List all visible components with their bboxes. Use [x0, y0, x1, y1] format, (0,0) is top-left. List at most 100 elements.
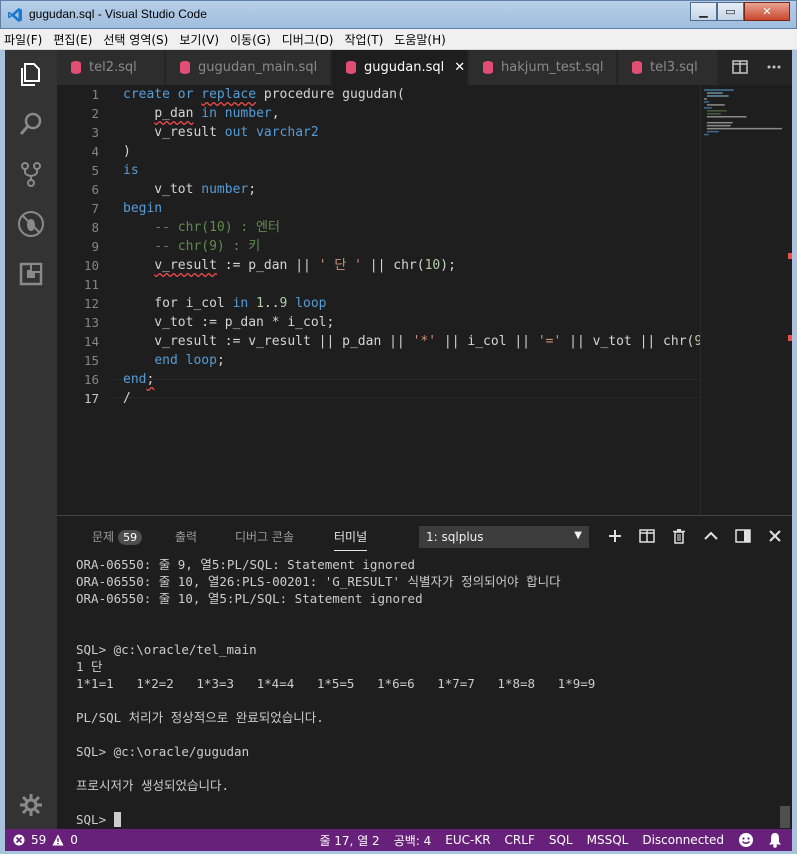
tab-gugudan-main[interactable]: gugudan_main.sql — [166, 50, 331, 85]
code-line: v_result out varchar2 — [123, 125, 319, 140]
source-control-icon[interactable] — [17, 160, 45, 188]
line-number: 1 — [91, 87, 99, 102]
chevron-down-icon: ▼ — [574, 530, 582, 541]
code-line: ) — [123, 144, 131, 159]
tab-tel2[interactable]: tel2.sql — [57, 50, 165, 85]
tab-label: gugudan_main.sql — [198, 60, 318, 75]
split-editor-icon[interactable] — [732, 59, 748, 75]
toggle-panel-icon[interactable] — [735, 528, 751, 544]
editor-tab-bar: tel2.sql gugudan_main.sql gugudan.sql ✕ … — [57, 50, 792, 85]
end-of-line[interactable]: CRLF — [505, 833, 535, 847]
add-terminal-icon[interactable] — [607, 528, 623, 544]
code-lines[interactable]: create or replace procedure gugudan( p_d… — [123, 85, 700, 408]
line-number: 2 — [91, 106, 99, 121]
more-actions-icon[interactable] — [766, 59, 782, 75]
tab-terminal[interactable]: 터미널 — [334, 528, 368, 551]
debug-icon[interactable] — [17, 210, 45, 238]
terminal-line: PL/SQL 처리가 정상적으로 완료되었습니다. — [76, 710, 324, 725]
terminal-line: SQL> @c:\oracle/gugudan — [76, 744, 250, 759]
code-line: end loop; — [154, 353, 225, 368]
encoding[interactable]: EUC-KR — [445, 833, 490, 847]
tab-output[interactable]: 출력 — [175, 528, 197, 545]
code-editor[interactable]: 1 2 3 4 5 6 7 8 9 10 11 12 13 14 15 16 1… — [57, 85, 792, 515]
warning-icon — [52, 834, 64, 846]
tab-label: hakjum_test.sql — [501, 60, 604, 75]
problems-status[interactable]: 59 0 — [5, 833, 78, 847]
close-tab-icon[interactable]: ✕ — [454, 60, 465, 75]
panel-actions — [607, 528, 783, 544]
code-line: / — [123, 391, 131, 406]
close-panel-icon[interactable] — [767, 528, 783, 544]
activity-bar — [5, 50, 57, 829]
connection-status[interactable]: Disconnected — [642, 833, 724, 847]
language-mode[interactable]: SQL — [549, 833, 573, 847]
cursor-position[interactable]: 줄 17, 열 2 — [319, 832, 379, 849]
terminal-line: ORA-06550: 줄 10, 열26:PLS-00201: 'G_RESUL… — [76, 574, 561, 589]
terminal-prompt-line[interactable]: SQL> — [76, 811, 776, 828]
tab-problems[interactable]: 문제 59 — [92, 528, 143, 545]
database-file-icon — [71, 61, 81, 74]
menu-debug[interactable]: 디버그(D) — [282, 31, 334, 48]
explorer-icon[interactable] — [17, 60, 45, 88]
warning-count: 0 — [70, 833, 78, 847]
extensions-icon[interactable] — [17, 260, 45, 288]
window-title: gugudan.sql - Visual Studio Code — [29, 7, 207, 21]
menu-selection[interactable]: 선택 영역(S) — [103, 31, 168, 48]
panel-tabs: 문제 59 출력 디버그 콘솔 터미널 1: sqlplus ▼ — [57, 516, 792, 556]
minimize-button[interactable]: ▁ — [690, 2, 717, 21]
line-number: 10 — [83, 258, 99, 273]
settings-gear-icon[interactable] — [17, 791, 45, 819]
indentation[interactable]: 공백: 4 — [394, 832, 432, 849]
terminal-scrollbar[interactable] — [780, 806, 790, 828]
window-frame-right — [792, 29, 797, 854]
menu-view[interactable]: 보기(V) — [179, 31, 219, 48]
tab-debug-console[interactable]: 디버그 콘솔 — [235, 528, 294, 545]
menu-help[interactable]: 도움말(H) — [394, 31, 446, 48]
menu-go[interactable]: 이동(G) — [230, 31, 271, 48]
database-file-icon — [632, 61, 642, 74]
problems-count-badge: 59 — [118, 530, 143, 545]
chevron-up-icon[interactable] — [703, 528, 719, 544]
split-terminal-icon[interactable] — [639, 528, 655, 544]
search-icon[interactable] — [17, 110, 45, 138]
line-number: 14 — [83, 334, 99, 349]
line-number: 17 — [83, 391, 99, 406]
tab-hakjum-test[interactable]: hakjum_test.sql — [469, 50, 617, 85]
vscode-logo-icon — [8, 8, 22, 22]
terminal-select[interactable]: 1: sqlplus ▼ — [419, 526, 589, 548]
tab-gugudan[interactable]: gugudan.sql ✕ — [332, 50, 468, 85]
menu-edit[interactable]: 편집(E) — [53, 31, 92, 48]
error-icon — [13, 834, 25, 846]
menu-tasks[interactable]: 작업(T) — [345, 31, 384, 48]
tab-label: gugudan.sql — [364, 60, 445, 75]
database-file-icon — [483, 61, 493, 74]
sql-dialect[interactable]: MSSQL — [587, 833, 629, 847]
code-line: p_dan in number, — [154, 106, 280, 121]
line-number: 13 — [83, 315, 99, 330]
maximize-button[interactable]: ▭ — [717, 2, 744, 21]
feedback-smiley-icon[interactable] — [738, 832, 754, 848]
terminal-line: 프로시저가 생성되었습니다. — [76, 778, 230, 793]
editor-scrollbar[interactable] — [778, 85, 792, 515]
code-line: for i_col in 1..9 loop — [123, 296, 327, 311]
tab-label: tel3.sql — [650, 60, 698, 75]
terminal-line: 1 단 — [76, 659, 103, 674]
terminal-output[interactable]: ORA-06550: 줄 9, 열5:PL/SQL: Statement ign… — [76, 556, 776, 828]
trash-icon[interactable] — [671, 528, 687, 544]
line-number: 11 — [83, 277, 99, 292]
notifications-bell-icon[interactable] — [768, 832, 782, 848]
menu-file[interactable]: 파일(F) — [4, 31, 42, 48]
tab-problems-label: 문제 — [92, 530, 115, 544]
terminal-line: ORA-06550: 줄 9, 열5:PL/SQL: Statement ign… — [76, 557, 416, 572]
bottom-panel: 문제 59 출력 디버그 콘솔 터미널 1: sqlplus ▼ ORA-0655… — [57, 515, 792, 829]
menu-bar: 파일(F) 편집(E) 선택 영역(S) 보기(V) 이동(G) 디버그(D) … — [0, 29, 797, 50]
terminal-prompt: SQL> — [76, 812, 114, 827]
close-window-button[interactable]: ✕ — [744, 2, 790, 21]
database-file-icon — [346, 61, 356, 74]
code-line: -- chr(10) : 엔터 — [154, 220, 280, 235]
tab-tel3[interactable]: tel3.sql — [618, 50, 718, 85]
